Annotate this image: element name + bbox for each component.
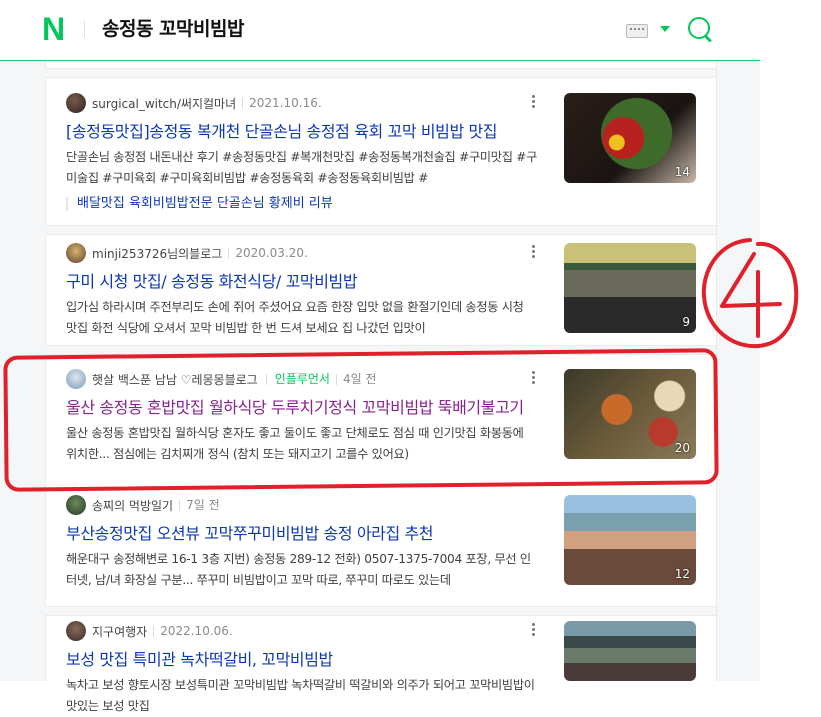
- list-item: 송찌의 먹방일기 7일 전 부산송정맛집 오션뷰 꼬막쭈꾸미비빔밥 송정 아라집…: [66, 495, 706, 595]
- section-divider: [45, 68, 716, 78]
- result-thumbnail[interactable]: [564, 621, 696, 681]
- result-meta: minji253726님의블로그 2020.03.20.: [66, 243, 308, 263]
- result-description[interactable]: 녹차고 보성 향토시장 보성특미관 꼬막비빔밥 녹차떡갈비 떡갈비와 의주가 되…: [66, 675, 538, 717]
- image-count: 12: [674, 567, 690, 581]
- highlight-annotation: [3, 348, 719, 492]
- result-meta: 송찌의 먹방일기 7일 전: [66, 495, 220, 515]
- related-link[interactable]: 배달맛집 육회비빔밥전문 단골손님 황제비 리뷰: [66, 197, 333, 211]
- section-divider: [45, 606, 716, 616]
- search-query[interactable]: 송정동 꼬막비빔밥: [102, 14, 244, 41]
- result-thumbnail[interactable]: 9: [564, 243, 696, 333]
- image-count: 9: [682, 315, 690, 329]
- post-date: 2020.03.20.: [228, 247, 308, 259]
- result-title[interactable]: [송정동맛집]송정동 복개천 단골손님 송정점 육회 꼬막 비빔밥 맛집: [66, 118, 538, 142]
- author-name[interactable]: 지구여행자: [92, 623, 147, 640]
- search-header: N 송정동 꼬막비빔밥: [0, 0, 760, 61]
- number-four-annotation: [701, 238, 799, 349]
- list-item: surgical_witch/써지컬마녀 2021.10.16. [송정동맛집]…: [66, 93, 706, 218]
- list-item: minji253726님의블로그 2020.03.20. 구미 시청 맛집/ 송…: [66, 243, 706, 338]
- avatar[interactable]: [66, 495, 86, 515]
- header-divider: [84, 20, 85, 38]
- search-icon[interactable]: [688, 17, 710, 39]
- result-thumbnail[interactable]: 14: [564, 93, 696, 183]
- result-description[interactable]: 입가심 하라시며 주전부리도 손에 쥐어 주셨어요 요즘 한장 입맛 없을 환절…: [66, 297, 538, 339]
- more-options-icon[interactable]: [532, 245, 536, 261]
- more-options-icon[interactable]: [532, 95, 536, 111]
- more-options-icon[interactable]: [532, 623, 536, 639]
- result-meta: 지구여행자 2022.10.06.: [66, 621, 233, 641]
- avatar[interactable]: [66, 621, 86, 641]
- result-description[interactable]: 해운대구 송정해변로 16-1 3층 지번) 송정동 289-12 전화) 05…: [66, 549, 538, 591]
- section-divider: [45, 225, 716, 235]
- result-meta: surgical_witch/써지컬마녀 2021.10.16.: [66, 93, 322, 113]
- list-item: 지구여행자 2022.10.06. 보성 맛집 특미관 녹차떡갈비, 꼬막비빔밥…: [66, 621, 706, 713]
- post-date: 7일 전: [179, 499, 220, 511]
- post-date: 2022.10.06.: [153, 625, 233, 637]
- keyboard-icon[interactable]: [626, 24, 648, 38]
- author-name[interactable]: minji253726님의블로그: [92, 245, 222, 262]
- naver-logo[interactable]: N: [42, 13, 70, 45]
- caret-down-icon[interactable]: [660, 26, 670, 32]
- result-title[interactable]: 부산송정맛집 오션뷰 꼬막쭈꾸미비빔밥 송정 아라집 추천: [66, 520, 538, 544]
- image-count: 14: [674, 165, 690, 179]
- result-thumbnail[interactable]: 12: [564, 495, 696, 585]
- post-date: 2021.10.16.: [242, 97, 322, 109]
- result-title[interactable]: 구미 시청 맛집/ 송정동 화전식당/ 꼬막비빔밥: [66, 268, 538, 292]
- result-title[interactable]: 보성 맛집 특미관 녹차떡갈비, 꼬막비빔밥: [66, 646, 538, 670]
- avatar[interactable]: [66, 243, 86, 263]
- result-description[interactable]: 단골손님 송정점 내돈내산 후기 #송정동맛집 #복개천맛집 #송정동복개천술집…: [66, 147, 538, 189]
- author-name[interactable]: 송찌의 먹방일기: [92, 497, 173, 514]
- avatar[interactable]: [66, 93, 86, 113]
- author-name[interactable]: surgical_witch/써지컬마녀: [92, 95, 236, 112]
